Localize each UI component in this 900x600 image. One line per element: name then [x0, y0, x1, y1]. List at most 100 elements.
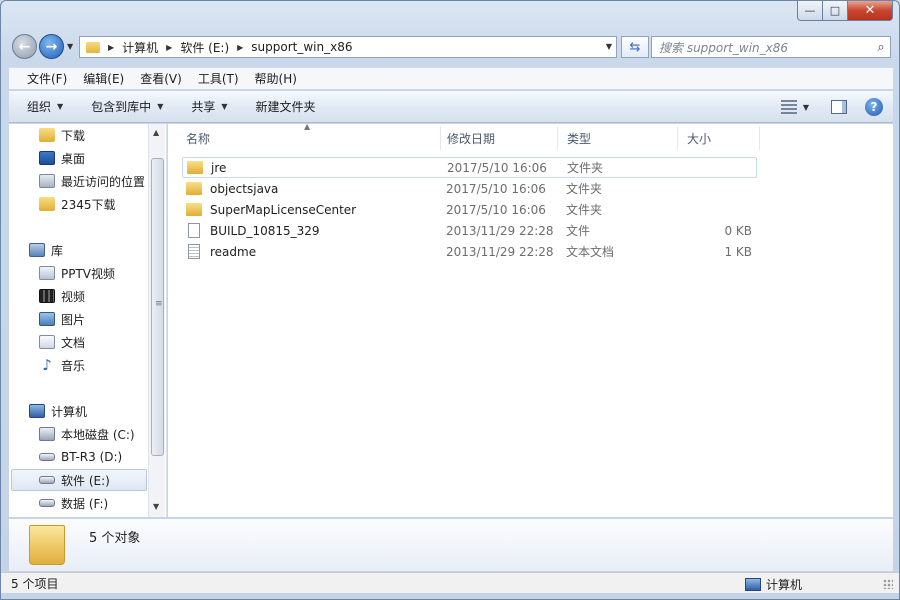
preview-pane-icon[interactable] — [831, 100, 847, 114]
menu-bar: 文件(F) 编辑(E) 查看(V) 工具(T) 帮助(H) — [9, 67, 893, 89]
menu-help[interactable]: 帮助(H) — [255, 70, 297, 87]
forward-arrow-icon: → — [45, 38, 58, 55]
file-row-supermap[interactable]: SuperMapLicenseCenter 2017/5/10 16:06 文件… — [182, 199, 757, 220]
menu-tools[interactable]: 工具(T) — [198, 70, 239, 87]
navigation-pane: 下载 桌面 最近访问的位置 2345下载 库 PPTV视频 视频 图片 文档 ♪… — [9, 124, 167, 517]
minimize-button[interactable]: — — [797, 1, 823, 21]
nav-item-label: BT-R3 (D:) — [61, 450, 123, 464]
chevron-down-icon: ▼ — [57, 102, 64, 111]
view-controls: ▼ ? — [780, 98, 883, 116]
refresh-button[interactable]: ⇆ — [621, 36, 649, 58]
recent-places-icon — [39, 174, 55, 188]
view-dropdown-icon[interactable]: ▼ — [803, 103, 809, 112]
forward-button[interactable]: → — [39, 34, 64, 59]
status-location: 计算机 — [745, 576, 802, 593]
chevron-down-icon: ▼ — [157, 102, 164, 111]
details-summary: 5 个对象 — [89, 531, 141, 546]
new-folder-button[interactable]: 新建文件夹 — [256, 98, 316, 115]
column-header-label: 修改日期 — [447, 131, 496, 146]
menu-view[interactable]: 查看(V) — [140, 70, 182, 87]
drive-icon — [39, 453, 55, 461]
file-row-jre[interactable]: jre 2017/5/10 16:06 文件夹 — [182, 157, 757, 178]
file-row-readme[interactable]: readme 2013/11/29 22:28 文本文档 1 KB — [182, 241, 757, 262]
column-header-type[interactable]: 类型 — [558, 126, 678, 150]
recent-pages-dropdown-icon[interactable]: ▼ — [67, 42, 73, 51]
scroll-grip-icon: ≡ — [155, 299, 163, 309]
maximize-button[interactable]: □ — [823, 1, 848, 21]
menu-file[interactable]: 文件(F) — [27, 70, 67, 87]
nav-item-label: 软件 (E:) — [61, 473, 110, 488]
nav-item-computer[interactable]: 计算机 — [29, 400, 166, 422]
close-button[interactable]: ✕ — [848, 1, 893, 21]
file-date: 2017/5/10 16:06 — [446, 181, 546, 196]
nav-item-libraries[interactable]: 库 — [29, 239, 166, 261]
file-icon — [188, 223, 200, 238]
file-date: 2017/5/10 16:06 — [447, 160, 547, 175]
organize-button[interactable]: 组织 ▼ — [27, 98, 63, 115]
scrollbar-thumb[interactable]: ≡ — [151, 158, 164, 456]
system-drive-icon — [39, 427, 55, 441]
scroll-down-icon[interactable]: ▼ — [153, 502, 159, 511]
download-folder-icon — [39, 128, 55, 142]
music-library-icon: ♪ — [42, 356, 52, 374]
nav-item-label: 数据 (F:) — [61, 496, 109, 511]
file-type: 文件夹 — [566, 203, 603, 217]
library-icon — [29, 243, 45, 257]
help-icon[interactable]: ? — [865, 98, 883, 116]
column-header-size[interactable]: 大小 — [678, 126, 760, 150]
nav-item-label: 计算机 — [51, 404, 88, 419]
breadcrumb-drive-e[interactable]: 软件 (E:) — [180, 39, 229, 56]
nav-item-label: 文档 — [61, 335, 86, 350]
address-bar[interactable]: ▶ 计算机 ▶ 软件 (E:) ▶ support_win_x86 ▼ — [79, 36, 617, 58]
include-in-library-label: 包含到库中 — [91, 100, 152, 114]
search-input[interactable]: 搜索 support_win_x86 ⌕ — [651, 36, 891, 58]
desktop-icon — [39, 151, 55, 165]
column-header-date[interactable]: 修改日期 — [438, 126, 558, 150]
picture-library-icon — [39, 312, 55, 326]
drive-icon — [39, 476, 55, 484]
back-button[interactable]: ← — [12, 34, 37, 59]
file-date: 2013/11/29 22:28 — [446, 223, 554, 238]
breadcrumb-chevron-icon[interactable]: ▶ — [108, 43, 114, 52]
file-type: 文件夹 — [567, 161, 604, 175]
column-header-label: 大小 — [687, 131, 712, 146]
breadcrumb-computer[interactable]: 计算机 — [122, 39, 158, 56]
file-size: 1 KB — [724, 244, 752, 259]
file-name: objectsjava — [210, 181, 279, 196]
share-button[interactable]: 共享 ▼ — [191, 98, 227, 115]
breadcrumb-chevron-icon[interactable]: ▶ — [237, 43, 243, 52]
resize-grip-icon[interactable] — [883, 579, 893, 589]
include-in-library-button[interactable]: 包含到库中 ▼ — [91, 98, 163, 115]
scroll-up-icon[interactable]: ▲ — [153, 128, 159, 137]
breadcrumb-support-folder[interactable]: support_win_x86 — [251, 40, 352, 54]
nav-item-label: 下载 — [61, 128, 86, 143]
file-date: 2017/5/10 16:06 — [446, 202, 546, 217]
new-folder-label: 新建文件夹 — [255, 100, 316, 114]
nav-item-label: 最近访问的位置 — [61, 174, 146, 189]
nav-item-label: 库 — [51, 243, 64, 258]
nav-item-drive-e[interactable]: 软件 (E:) — [11, 469, 147, 491]
file-list: ▲ 名称 修改日期 类型 大小 jre 2017/5/10 16:06 文件夹 … — [168, 122, 893, 517]
column-header-name[interactable]: 名称 — [177, 126, 441, 150]
computer-icon — [29, 404, 45, 418]
file-name: jre — [211, 160, 227, 175]
nav-item-label: 音乐 — [61, 358, 86, 373]
file-size: 0 KB — [724, 223, 752, 238]
menu-edit[interactable]: 编辑(E) — [83, 70, 124, 87]
file-type: 文本文档 — [566, 245, 615, 259]
file-date: 2013/11/29 22:28 — [446, 244, 554, 259]
pptv-icon — [39, 266, 55, 280]
file-row-objectsjava[interactable]: objectsjava 2017/5/10 16:06 文件夹 — [182, 178, 757, 199]
breadcrumb-chevron-icon[interactable]: ▶ — [166, 43, 172, 52]
address-folder-icon — [86, 41, 100, 53]
nav-item-label: 桌面 — [61, 151, 86, 166]
folder-icon — [187, 161, 203, 174]
file-name: readme — [210, 244, 257, 259]
caption-buttons: — □ ✕ — [797, 1, 893, 21]
search-icon[interactable]: ⌕ — [872, 40, 890, 55]
address-dropdown-icon[interactable]: ▼ — [606, 42, 612, 51]
status-bar: 5 个项目 计算机 — [1, 572, 899, 593]
navigation-scrollbar[interactable]: ▲ ≡ ▼ — [148, 124, 165, 517]
file-row-build[interactable]: BUILD_10815_329 2013/11/29 22:28 文件 0 KB — [182, 220, 757, 241]
view-options-icon[interactable] — [780, 100, 797, 114]
